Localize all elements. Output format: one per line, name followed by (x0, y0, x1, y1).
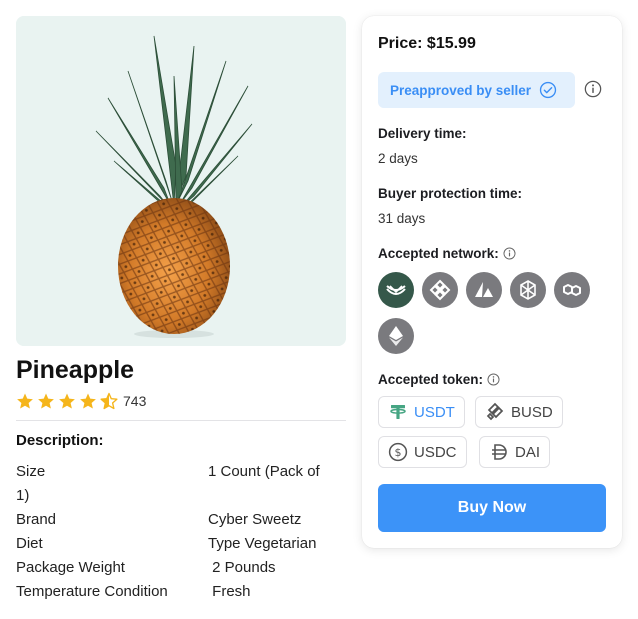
spec-value: Cyber Sweetz (208, 511, 302, 528)
spec-row: Diet Type Vegetarian (16, 532, 346, 556)
dai-icon (492, 444, 507, 460)
product-image (16, 16, 346, 346)
star-icon (59, 393, 75, 409)
usdc-icon: $ (388, 442, 408, 462)
star-icon (38, 393, 54, 409)
spec-value: 1 Count (Pack of (208, 463, 320, 480)
description-heading: Description: (16, 432, 104, 449)
token-usdc-option[interactable]: $ USDC (378, 436, 467, 468)
spec-key: Brand (16, 511, 57, 528)
delivery-label: Delivery time: (378, 126, 467, 141)
price: Price: $15.99 (378, 35, 476, 52)
polygon-icon (563, 284, 581, 296)
spec-table: Size 1 Count (Pack of 1) Brand Cyber Swe… (16, 460, 346, 604)
spec-row: Size 1 Count (Pack of (16, 460, 346, 484)
spec-key: Diet (16, 535, 43, 552)
buy-now-button[interactable]: Buy Now (378, 484, 606, 532)
bnb-icon (429, 279, 451, 301)
check-circle-icon (539, 81, 557, 99)
spec-value: 2 Pounds (208, 559, 276, 576)
protection-label: Buyer protection time: (378, 186, 523, 201)
review-count[interactable]: 743 (123, 393, 146, 409)
star-icon (80, 393, 96, 409)
token-name: DAI (515, 443, 541, 461)
network-avalanche-icon[interactable] (466, 272, 502, 308)
spec-row: Temperature Condition Fresh (16, 580, 346, 604)
fantom-icon (520, 280, 536, 300)
preapproved-badge: Preapproved by seller (378, 72, 575, 108)
network-polygon-icon[interactable] (554, 272, 590, 308)
network-bnb-icon[interactable] (422, 272, 458, 308)
preapproved-label: Preapproved by seller (390, 82, 532, 98)
protection-value: 31 days (378, 211, 426, 226)
network-label: Accepted network: (378, 246, 499, 261)
star-half-icon (100, 392, 118, 410)
spec-key: Size (16, 463, 46, 480)
spec-value (208, 484, 346, 508)
celo-icon (386, 285, 406, 295)
spec-key: Package Weight (16, 559, 125, 576)
spec-key: 1) (16, 487, 30, 504)
spec-row: Brand Cyber Sweetz (16, 508, 346, 532)
network-fantom-icon[interactable] (510, 272, 546, 308)
tether-icon (390, 405, 406, 419)
avalanche-icon (475, 282, 493, 297)
purchase-card: Price: $15.99 Preapproved by seller Deli… (362, 16, 622, 548)
network-ethereum-icon[interactable] (378, 318, 414, 354)
spec-row: Package Weight 2 Pounds (16, 556, 346, 580)
ethereum-icon (389, 326, 403, 346)
token-name: BUSD (511, 403, 553, 421)
token-busd-option[interactable]: BUSD (475, 396, 563, 428)
info-icon[interactable] (487, 373, 500, 386)
token-dai-option[interactable]: DAI (479, 436, 551, 468)
star-icon (17, 393, 33, 409)
token-usdt-option[interactable]: USDT (378, 396, 465, 428)
svg-text:$: $ (395, 446, 402, 459)
busd-icon (486, 402, 504, 421)
spec-key: Temperature Condition (16, 583, 168, 600)
divider (16, 420, 346, 421)
spec-value: Type Vegetarian (208, 535, 317, 552)
token-label: Accepted token: (378, 372, 484, 387)
spec-row: 1) (16, 484, 346, 508)
token-name: USDC (414, 443, 457, 461)
rating[interactable]: 743 (16, 392, 146, 410)
info-icon[interactable] (503, 247, 516, 260)
network-celo-icon[interactable] (378, 272, 414, 308)
token-name: USDT (414, 403, 455, 421)
product-title: Pineapple (16, 356, 135, 384)
spec-value: Fresh (208, 583, 251, 600)
network-heading: Accepted network: (378, 246, 516, 261)
token-heading: Accepted token: (378, 372, 500, 387)
delivery-value: 2 days (378, 151, 418, 166)
info-icon[interactable] (584, 80, 602, 98)
